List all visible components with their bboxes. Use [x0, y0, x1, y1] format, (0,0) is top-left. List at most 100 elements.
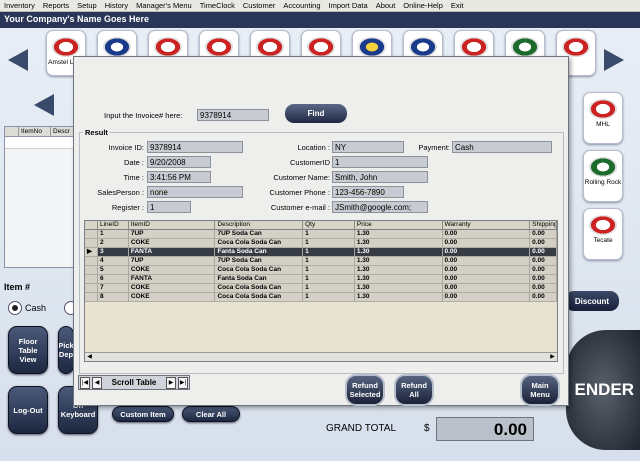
menu-item[interactable]: Setup	[73, 0, 101, 11]
rolling-rock-logo-icon	[589, 157, 617, 177]
column-header[interactable]: LineID	[98, 221, 129, 229]
grid-header-itemno: ItemNo	[19, 127, 51, 136]
table-cell: 0.00	[443, 266, 531, 274]
table-cell: 6	[98, 275, 129, 283]
menu-item[interactable]: History	[101, 0, 132, 11]
cash-radio[interactable]	[8, 301, 22, 315]
table-cell: 3	[98, 248, 129, 256]
budweiser-logo-icon	[154, 37, 182, 57]
invoice-id-value: 9378914	[147, 141, 243, 153]
column-header[interactable]: Qty	[303, 221, 355, 229]
table-cell: 7UP Soda Can	[215, 230, 304, 238]
table-row[interactable]: 7 COKE Coca Cola Soda Can 1 1.30 0.00 0.00	[85, 284, 557, 293]
product-button[interactable]: MHL	[583, 92, 623, 144]
menu-item[interactable]: Reports	[39, 0, 73, 11]
beer-logo-icon	[205, 37, 233, 57]
floor-table-view-button[interactable]: Floor Table View	[8, 326, 48, 374]
row-selector[interactable]	[85, 284, 98, 292]
find-button[interactable]: Find	[285, 104, 347, 123]
row-selector[interactable]	[85, 266, 98, 274]
row-selector[interactable]	[85, 230, 98, 238]
bud-light-logo-icon	[103, 37, 131, 57]
scroll-left-icon[interactable]: ◀	[85, 353, 94, 361]
column-header[interactable]: Price	[355, 221, 443, 229]
column-header[interactable]: Description	[215, 221, 304, 229]
scroll-table-label: Scroll Table	[111, 378, 157, 387]
register-label: Register :	[111, 203, 144, 212]
discount-button[interactable]: Discount	[565, 291, 619, 311]
location-value: NY	[332, 141, 404, 153]
clear-all-button[interactable]: Clear All	[182, 406, 240, 422]
location-label: Location :	[297, 143, 330, 152]
next-record-icon[interactable]: ▶	[166, 376, 176, 389]
menu-item[interactable]: About	[372, 0, 400, 11]
table-cell: 1	[303, 275, 355, 283]
column-header[interactable]: Shipping	[530, 221, 557, 229]
row-selector[interactable]	[85, 293, 98, 301]
order-grid[interactable]: ItemNo Descr	[4, 126, 76, 268]
previous-record-icon[interactable]: ◀	[92, 376, 102, 389]
refund-selected-button[interactable]: Refund Selected	[345, 374, 385, 406]
tender-button[interactable]: ENDER	[566, 330, 640, 450]
table-row[interactable]: 4 7UP 7UP Soda Can 1 1.30 0.00 0.00	[85, 257, 557, 266]
row-selector[interactable]	[85, 275, 98, 283]
table-cell: 0.00	[443, 239, 531, 247]
table-row[interactable]: 8 COKE Coca Cola Soda Can 1 1.30 0.00 0.00	[85, 293, 557, 302]
product-button[interactable]: Rolling Rock	[583, 150, 623, 202]
first-record-icon[interactable]: |◀	[80, 376, 90, 389]
table-cell: COKE	[129, 266, 216, 274]
menu-item[interactable]: Manager's Menu	[132, 0, 196, 11]
row-selector[interactable]	[85, 257, 98, 265]
product-label: MHL	[596, 121, 610, 128]
row-selector[interactable]	[85, 239, 98, 247]
menu-item[interactable]: Accounting	[279, 0, 324, 11]
tecate-logo-icon	[589, 215, 617, 235]
table-cell: 7UP	[129, 257, 216, 265]
invoice-number-input[interactable]: 9378914	[197, 109, 269, 121]
menu-item[interactable]: Inventory	[0, 0, 39, 11]
customer-email-label: Customer e-mail :	[270, 203, 330, 212]
row-pointer-icon[interactable]: ▶	[85, 248, 98, 256]
grand-total-label: GRAND TOTAL	[326, 423, 397, 434]
log-out-button[interactable]: Log-Out	[8, 386, 48, 434]
menu-item[interactable]: Customer	[239, 0, 280, 11]
last-record-icon[interactable]: ▶|	[178, 376, 188, 389]
table-cell: Coca Cola Soda Can	[215, 239, 304, 247]
menu-item[interactable]: Online-Help	[399, 0, 447, 11]
table-cell: 1.30	[355, 230, 443, 238]
table-cell: FANTA	[129, 275, 216, 283]
scroll-left-arrow-icon[interactable]	[34, 94, 54, 116]
scroll-right-icon[interactable]: ▶	[548, 353, 557, 361]
custom-item-button[interactable]: Custom Item	[112, 406, 174, 422]
menu-item[interactable]: Import Data	[325, 0, 372, 11]
main-menu-button[interactable]: Main Menu	[520, 374, 560, 406]
scroll-right-arrow-icon[interactable]	[604, 49, 624, 71]
scroll-table-navigator: |◀ ◀ Scroll Table ▶ ▶|	[78, 375, 190, 390]
pick-dept-button[interactable]: Pick Dep	[58, 326, 74, 374]
invoice-lines-table[interactable]: LineID ItemID Description Qty Price Warranty S…	[84, 220, 558, 362]
product-button[interactable]: Tecate	[583, 208, 623, 260]
scroll-left-arrow-icon[interactable]	[8, 49, 28, 71]
beer-logo-icon	[460, 37, 488, 57]
grid-row[interactable]	[5, 137, 75, 149]
column-header[interactable]: Warranty	[443, 221, 531, 229]
table-row[interactable]: 1 7UP 7UP Soda Can 1 1.30 0.00 0.00	[85, 230, 557, 239]
heineken-logo-icon	[511, 37, 539, 57]
table-cell: 0.00	[443, 275, 531, 283]
horizontal-scrollbar[interactable]: ◀ ▶	[85, 352, 557, 361]
column-header[interactable]: ItemID	[129, 221, 216, 229]
refund-all-button[interactable]: Refund All	[394, 374, 434, 406]
table-cell: 1	[303, 257, 355, 265]
menu-item[interactable]: TimeClock	[196, 0, 239, 11]
table-row[interactable]: 5 COKE Coca Cola Soda Can 1 1.30 0.00 0.00	[85, 266, 557, 275]
table-cell: 0.00	[530, 266, 557, 274]
table-row[interactable]: 6 FANTA Fanta Soda Can 1 1.30 0.00 0.00	[85, 275, 557, 284]
customer-email-value: JSmith@google.com;	[332, 201, 428, 213]
table-cell: COKE	[129, 284, 216, 292]
grid-header-blank	[5, 127, 19, 136]
table-row[interactable]: ▶ 3 FANTA Fanta Soda Can 1 1.30 0.00 0.00	[85, 248, 557, 257]
table-cell: 1.30	[355, 248, 443, 256]
table-row[interactable]: 2 COKE Coca Cola Soda Can 1 1.30 0.00 0.00	[85, 239, 557, 248]
menu-item[interactable]: Exit	[447, 0, 468, 11]
table-cell: Coca Cola Soda Can	[215, 266, 304, 274]
